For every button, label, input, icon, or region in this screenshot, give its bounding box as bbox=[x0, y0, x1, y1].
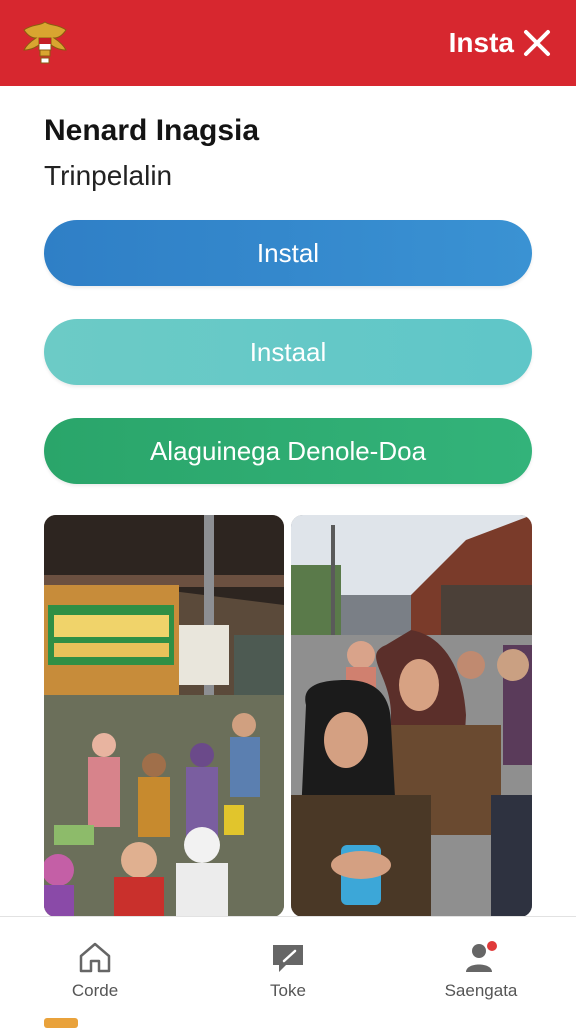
user-notification-icon bbox=[466, 941, 497, 972]
message-icon bbox=[273, 945, 303, 972]
women-in-hijab-street-photo[interactable] bbox=[291, 515, 532, 917]
nav-label-toke: Toke bbox=[270, 981, 306, 1000]
partial-badge bbox=[44, 1018, 78, 1028]
page-subtitle: Trinpelalin bbox=[44, 160, 173, 191]
page-title: Nenard Inagsia bbox=[44, 114, 260, 147]
nav-label-saengata: Saengata bbox=[444, 981, 518, 1000]
download-button[interactable]: Alaguinega Denole-Doa bbox=[44, 418, 532, 484]
install-action-label[interactable]: Insta bbox=[449, 27, 514, 59]
nav-label-corde: Corde bbox=[71, 981, 119, 1000]
close-icon[interactable] bbox=[522, 28, 552, 58]
install-secondary-button[interactable]: Instaal bbox=[44, 319, 532, 385]
install-button[interactable]: Instal bbox=[44, 220, 532, 286]
market-stalls-crowd-photo[interactable] bbox=[44, 515, 284, 917]
top-app-bar: Insta bbox=[0, 0, 576, 86]
garuda-emblem-icon bbox=[23, 21, 67, 64]
home-icon bbox=[79, 942, 111, 973]
bottom-navigation: Corde Toke Saengata bbox=[0, 916, 576, 1025]
